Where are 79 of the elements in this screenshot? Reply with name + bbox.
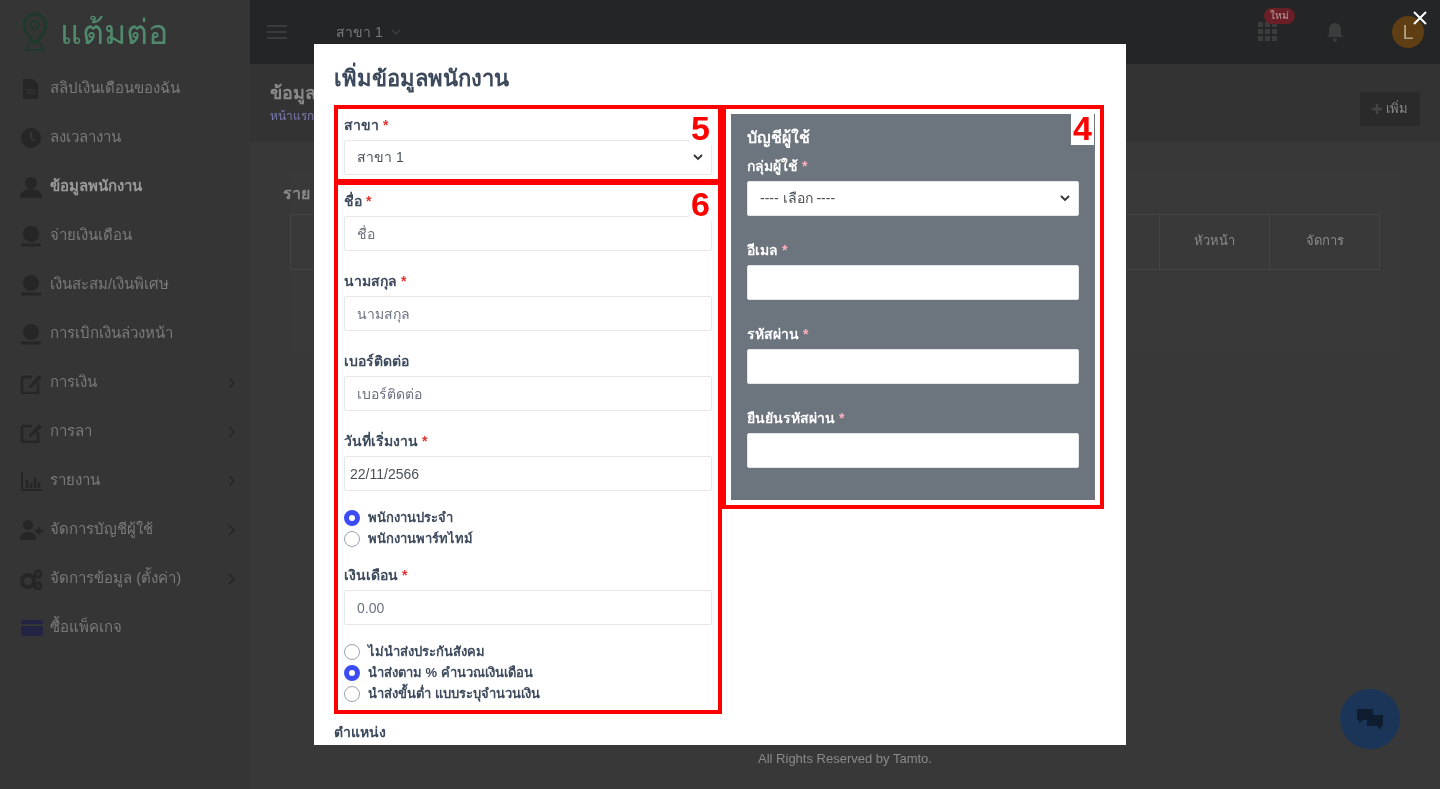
radio-label: พนักงานประจำ (368, 508, 453, 527)
sidebar-item[interactable]: เงินสะสม/เงินพิเศษ (0, 260, 250, 309)
bell-icon[interactable] (1326, 22, 1344, 42)
sidebar-label: เงินสะสม/เงินพิเศษ (50, 274, 171, 295)
input-field[interactable]: เบอร์ติดต่อ (344, 376, 712, 411)
sidebar-item[interactable]: การเบิกเงินล่วงหน้า (0, 309, 250, 358)
field-label: เงินเดือน * (344, 566, 408, 585)
sidebar-label: ข้อมูลพนักงาน (50, 176, 143, 198)
branch-dropdown[interactable]: สาขา 1 (336, 21, 401, 43)
radio-label: ไม่นำส่งประกันสังคม (368, 642, 485, 661)
sidebar-label: จัดการบัญชีผู้ใช้ (50, 519, 154, 540)
sidebar-label: จ่ายเงินเดือน (50, 225, 133, 246)
sidebar-label: การลา (50, 421, 93, 442)
menu-icon[interactable] (266, 24, 288, 40)
sidebar-label: รายงาน (50, 470, 101, 491)
add-button[interactable]: เพิ่ม (1360, 92, 1420, 126)
chat-bubbles-icon (1355, 706, 1385, 732)
input-field[interactable] (747, 349, 1079, 384)
sidebar-label: การเงิน (50, 372, 98, 393)
sidebar-label: การเบิกเงินล่วงหน้า (50, 323, 174, 344)
sidebar-item[interactable]: จัดการบัญชีผู้ใช้ (0, 505, 250, 554)
input-field[interactable] (747, 433, 1079, 468)
field-label: กลุ่มผู้ใช้ * (747, 156, 808, 177)
new-badge: ใหม่ (1264, 8, 1295, 24)
input-field[interactable]: 22/11/2566 (344, 456, 712, 491)
radio-button[interactable] (344, 685, 360, 702)
field-label: รหัสผ่าน * (747, 325, 809, 344)
radio-label: นำส่งขั้นต่ำ แบบระบุจำนวนเงิน (368, 683, 540, 704)
field-label: ตำแหน่ง (334, 723, 386, 742)
sidebar-item[interactable]: ลงเวลางาน (0, 113, 250, 162)
sidebar-item[interactable]: รายงาน (0, 456, 250, 505)
column-header: จัดการ (1269, 213, 1379, 269)
modal-title: เพิ่มข้อมูลพนักงาน (334, 62, 1106, 95)
user-avatar[interactable]: L (1392, 16, 1424, 48)
sidebar-item[interactable]: ซื้อแพ็คเกจ (0, 603, 250, 652)
card-title: ราย (283, 184, 310, 204)
chevron-down-icon (390, 29, 401, 35)
select-field[interactable]: สาขา 1 (344, 140, 712, 175)
field-label: ยืนยันรหัสผ่าน * (747, 409, 845, 428)
app-logo-text: แต้มต่อ (60, 11, 168, 53)
plus-icon (1372, 104, 1382, 114)
field-label: สาขา * (344, 116, 389, 135)
chevron-down-icon (1060, 195, 1070, 202)
sidebar-label: ซื้อแพ็คเกจ (50, 616, 123, 638)
field-label: นามสกุล * (344, 272, 407, 292)
sidebar-item[interactable]: การเงิน (0, 358, 250, 407)
field-label: วันที่เริ่มงาน * (344, 431, 428, 451)
input-field[interactable] (747, 265, 1079, 300)
breadcrumb-link[interactable]: หน้าแรก (270, 107, 316, 125)
apps-grid-icon[interactable] (1258, 22, 1278, 42)
chevron-down-icon (693, 154, 703, 161)
radio-button[interactable] (344, 643, 360, 660)
footer-text: All Rights Reserved by Tamto. (758, 750, 932, 768)
input-field[interactable]: นามสกุล (344, 296, 712, 331)
close-icon[interactable] (1412, 10, 1428, 26)
panel-title: บัญชีผู้ใช้ (747, 127, 811, 150)
radio-button[interactable] (344, 509, 360, 526)
sidebar-label: จัดการข้อมูล (ตั้งค่า) (50, 567, 183, 589)
annotation-number: 4 (1071, 111, 1094, 145)
field-label: ชื่อ * (344, 191, 372, 211)
radio-button[interactable] (344, 530, 360, 547)
sidebar-item[interactable]: ข้อมูลพนักงาน (0, 162, 250, 211)
page-title: ข้อมูล (270, 82, 316, 107)
field-label: อีเมล * (747, 241, 788, 260)
field-label: เบอร์ติดต่อ (344, 352, 409, 371)
radio-label: นำส่งตาม % คำนวณเงินเดือน (368, 663, 533, 682)
select-field[interactable]: ---- เลือก ---- (747, 181, 1079, 216)
sidebar-item[interactable]: สลิปเงินเดือนของฉัน (0, 64, 250, 113)
sidebar-label: ลงเวลางาน (50, 127, 122, 148)
column-header: หัวหน้า (1159, 213, 1269, 269)
radio-button[interactable] (344, 664, 360, 681)
chat-button[interactable] (1340, 689, 1400, 749)
sidebar-label: สลิปเงินเดือนของฉัน (50, 78, 181, 99)
input-field[interactable]: ชื่อ (344, 216, 712, 251)
radio-label: พนักงานพาร์ทไทม์ (368, 529, 473, 548)
sidebar-item[interactable]: จัดการข้อมูล (ตั้งค่า) (0, 554, 250, 603)
input-field[interactable]: 0.00 (344, 590, 712, 625)
sidebar-item[interactable]: จ่ายเงินเดือน (0, 211, 250, 260)
sidebar-item[interactable]: การลา (0, 407, 250, 456)
